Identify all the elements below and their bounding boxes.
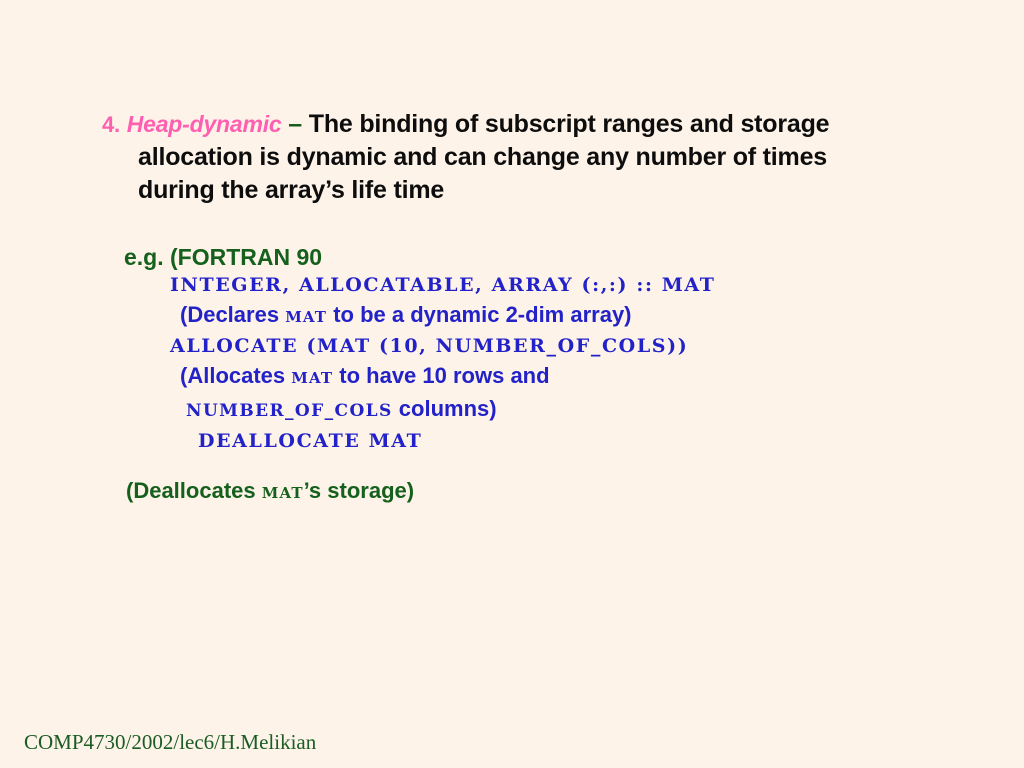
closing-suffix: ’s storage) (303, 478, 415, 503)
example-heading: e.g. (FORTRAN 90 (124, 244, 323, 270)
code-line-allocate: ALLOCATE (MAT (10, NUMBER_OF_COLS)) (170, 335, 689, 357)
closing-line: (Deallocates MAT’s storage) (126, 478, 414, 504)
gloss-allocate-mono: MAT (291, 369, 334, 387)
bullet-dash: – (288, 110, 302, 138)
code-line-deallocate: DEALLOCATE MAT (198, 430, 423, 452)
gloss-columns-code: NUMBER_OF_COLS (186, 401, 393, 421)
gloss-allocate: (Allocates MAT to have 10 rows and (102, 361, 962, 393)
gloss-allocate-prefix: (Allocates (180, 363, 292, 388)
gloss-declare: (Declares MAT to be a dynamic 2-dim arra… (102, 300, 962, 332)
bullet-term: Heap-dynamic (126, 111, 282, 137)
space-3 (302, 110, 309, 138)
gloss-declare-suffix: to be a dynamic 2-dim array) (327, 302, 632, 327)
gloss-declare-mono: MAT (285, 308, 328, 326)
slide-footer: COMP4730/2002/lec6/H.Melikian (24, 730, 317, 754)
gloss-columns-word: columns) (392, 396, 497, 421)
code-line-declare: INTEGER, ALLOCATABLE, ARRAY (:,:) :: MAT (170, 274, 716, 296)
example-block: e.g. (FORTRAN 90 INTEGER, ALLOCATABLE, A… (102, 243, 962, 456)
bullet-line-3: during the array’s life time (138, 176, 445, 204)
closing-mono: MAT (261, 484, 304, 502)
gloss-declare-prefix: (Declares (180, 302, 286, 327)
space-1 (120, 110, 127, 138)
gloss-columns: NUMBER_OF_COLS columns) (102, 393, 962, 427)
closing-prefix: (Deallocates (126, 478, 262, 503)
gloss-allocate-suffix: to have 10 rows and (333, 363, 550, 388)
bullet-number: 4. (102, 112, 120, 137)
bullet-line-1-text: The binding of subscript ranges and stor… (308, 110, 830, 138)
slide-canvas: 4. Heap-dynamic – The binding of subscri… (0, 0, 1024, 768)
bullet-line-2: allocation is dynamic and can change any… (138, 143, 827, 171)
bullet-line-1: 4. Heap-dynamic – The binding of subscri… (102, 108, 962, 141)
bullet-block: 4. Heap-dynamic – The binding of subscri… (102, 108, 962, 207)
